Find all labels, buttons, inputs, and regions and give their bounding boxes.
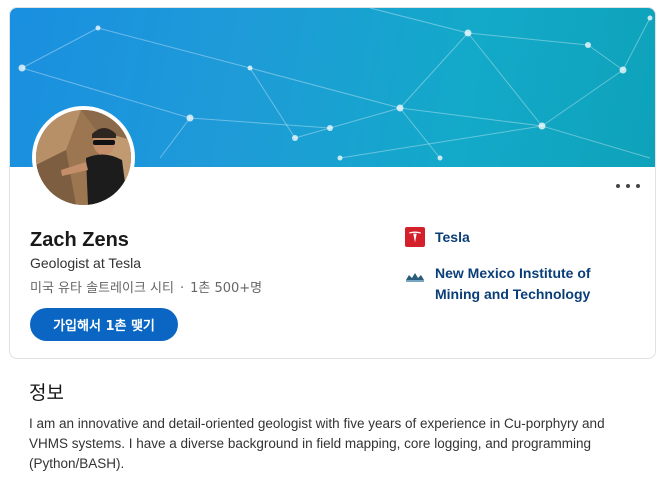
profile-headline: Geologist at Tesla	[30, 255, 142, 271]
tesla-logo-icon	[405, 227, 425, 247]
about-heading: 정보	[29, 382, 64, 404]
about-text: I am an innovative and detail-oriented g…	[29, 416, 605, 471]
profile-name: Zach Zens	[30, 229, 129, 251]
location-text: 미국 유타 솔트레이크 시티	[30, 281, 174, 296]
meta-separator: ·	[179, 281, 185, 296]
connections-count: 1촌 500+명	[190, 281, 263, 296]
profile-photo	[36, 110, 131, 205]
avatar[interactable]	[32, 106, 135, 209]
more-horizontal-icon	[616, 184, 620, 188]
company-name: Tesla	[435, 229, 470, 245]
more-options-button[interactable]	[616, 178, 640, 194]
connect-button[interactable]: 가입해서 1촌 맺기	[30, 308, 178, 341]
school-name: New Mexico Institute of Mining and Techn…	[435, 265, 591, 302]
profile-meta: 미국 유타 솔트레이크 시티 · 1촌 500+명	[30, 277, 262, 296]
current-company-link[interactable]: Tesla	[405, 227, 470, 247]
school-logo-icon	[405, 267, 425, 287]
profile-card: Zach Zens Geologist at Tesla 미국 유타 솔트레이크…	[9, 7, 656, 359]
school-link[interactable]: New Mexico Institute of Mining and Techn…	[405, 263, 625, 305]
